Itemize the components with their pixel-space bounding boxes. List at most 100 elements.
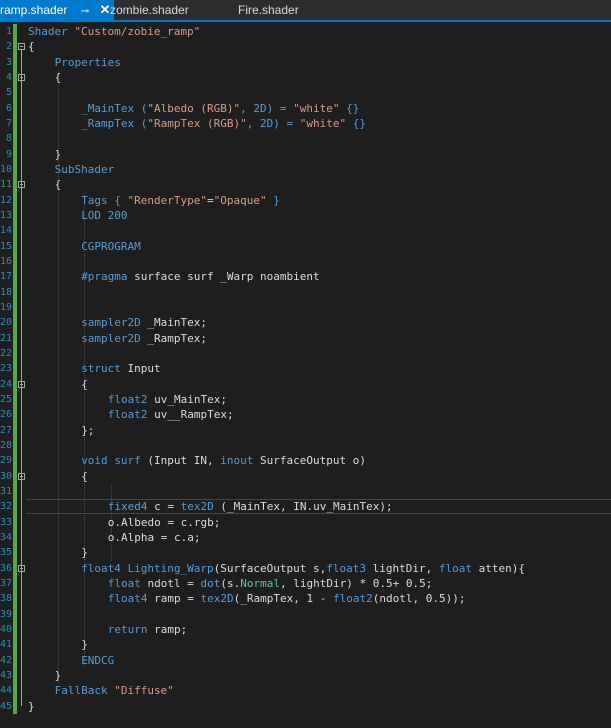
- code-line[interactable]: fixed4 c = tex2D (_MainTex, IN.uv_MainTe…: [108, 499, 393, 514]
- code-token: ndotl =: [140, 576, 201, 590]
- line-number-text: 28: [0, 439, 12, 451]
- line-number-text: 25: [0, 393, 12, 405]
- line-number: 15: [0, 239, 12, 254]
- close-icon[interactable]: ✕: [99, 0, 110, 20]
- code-line[interactable]: void surf (Input IN, inout SurfaceOutput…: [81, 453, 366, 468]
- line-number: 38: [0, 591, 12, 606]
- code-line[interactable]: LOD 200: [81, 208, 127, 223]
- code-token: uv_MainTex;: [147, 392, 228, 406]
- code-line[interactable]: float2 uv_MainTex;: [108, 392, 227, 407]
- code-line[interactable]: o.Albedo = c.rgb;: [108, 515, 221, 530]
- line-number: 35: [0, 545, 12, 560]
- code-token: "RenderType": [127, 193, 208, 207]
- code-token: sampler2D: [81, 331, 141, 345]
- code-line[interactable]: Properties: [55, 55, 121, 70]
- code-line[interactable]: sampler2D _RampTex;: [81, 331, 207, 346]
- line-number-text: 37: [0, 577, 12, 589]
- line-number: 9: [0, 147, 12, 162]
- fold-toggle-icon[interactable]: [18, 43, 25, 51]
- code-token: (ndotl, 0.5));: [372, 592, 466, 606]
- line-number: 42: [0, 653, 12, 668]
- fold-toggle-icon[interactable]: [18, 181, 25, 189]
- code-line[interactable]: o.Alpha = c.a;: [108, 530, 201, 545]
- line-number-text: 13: [0, 209, 12, 221]
- code-line[interactable]: Shader "Custom/zobie_ramp": [28, 24, 200, 39]
- code-token: Lighting_Warp: [127, 561, 214, 575]
- code-token: {: [28, 40, 35, 54]
- code-line[interactable]: }: [55, 668, 62, 683]
- code-token: (SurfaceOutput s,: [213, 561, 327, 575]
- line-number-text: 42: [0, 654, 12, 666]
- line-number-text: 34: [0, 531, 12, 543]
- line-number: 28: [0, 438, 12, 453]
- code-token: }: [54, 147, 62, 161]
- code-line[interactable]: }: [55, 147, 62, 162]
- code-token: FallBack: [54, 684, 115, 698]
- code-line[interactable]: {: [28, 39, 35, 54]
- code-line[interactable]: }: [81, 545, 88, 560]
- line-number-text: 21: [0, 332, 12, 344]
- code-line[interactable]: sampler2D _MainTex;: [81, 315, 207, 330]
- code-line[interactable]: CGPROGRAM: [81, 239, 141, 254]
- code-line[interactable]: #pragma surface surf _Warp noambient: [81, 269, 319, 284]
- line-number: 24: [0, 377, 12, 392]
- code-token: float3: [326, 561, 366, 575]
- line-number-text: 30: [0, 470, 12, 482]
- code-token: LOD 200: [81, 208, 128, 222]
- line-number: 36: [0, 561, 12, 576]
- fold-toggle-icon[interactable]: [18, 380, 25, 388]
- line-number: 16: [0, 254, 12, 269]
- code-line[interactable]: Tags { "RenderType"="Opaque" }: [81, 193, 280, 208]
- code-line[interactable]: SubShader: [55, 162, 115, 177]
- code-token: Tags {: [81, 193, 128, 207]
- code-line[interactable]: float4 Lighting_Warp(SurfaceOutput s,flo…: [81, 561, 525, 576]
- code-line[interactable]: _RampTex ("RampTex (RGB)", 2D) = "white"…: [81, 116, 366, 131]
- code-line[interactable]: };: [81, 423, 94, 438]
- code-token: surf: [114, 454, 141, 468]
- code-token: tex2D: [200, 592, 234, 606]
- code-editor[interactable]: 1 Shader "Custom/zobie_ramp" 2 {3 Properties…: [0, 22, 611, 728]
- code-line[interactable]: float4 ramp = tex2D(_RampTex, 1 - float2…: [108, 591, 466, 606]
- line-number-text: 27: [0, 424, 12, 436]
- tab-ramp-shader[interactable]: ramp.shader ⊸ ✕: [0, 0, 115, 22]
- fold-toggle-icon[interactable]: [18, 472, 25, 480]
- tab-fire-shader[interactable]: Fire.shader: [238, 0, 299, 20]
- line-number-text: 9: [5, 148, 12, 160]
- code-line[interactable]: ENDCG: [81, 653, 114, 668]
- code-token: SubShader: [54, 162, 115, 176]
- code-token: }: [81, 546, 88, 560]
- code-token: }: [54, 668, 62, 682]
- line-number: 27: [0, 423, 12, 438]
- fold-toggle-icon[interactable]: [18, 73, 25, 81]
- line-number: 30: [0, 469, 12, 484]
- code-token: float2: [333, 592, 373, 606]
- code-line[interactable]: struct Input: [81, 361, 161, 376]
- line-number-text: 39: [0, 608, 12, 620]
- code-line[interactable]: {: [55, 70, 62, 85]
- line-number: 43: [0, 668, 12, 683]
- code-line[interactable]: }: [28, 699, 35, 714]
- code-line[interactable]: float2 uv__RampTex;: [108, 407, 234, 422]
- pin-icon[interactable]: ⊸: [81, 2, 89, 22]
- line-number: 31: [0, 484, 12, 499]
- line-number: 8: [0, 131, 12, 146]
- line-number-text: 18: [0, 286, 12, 298]
- code-token: };: [81, 423, 95, 437]
- code-line[interactable]: }: [81, 637, 88, 652]
- fold-toggle-icon[interactable]: [18, 564, 25, 572]
- code-line[interactable]: {: [81, 377, 88, 392]
- code-line[interactable]: return ramp;: [108, 622, 188, 637]
- code-line[interactable]: {: [81, 469, 88, 484]
- code-line[interactable]: {: [55, 177, 62, 192]
- tab-zombie-shader[interactable]: zombie.shader: [110, 0, 189, 20]
- code-line[interactable]: FallBack "Diffuse": [55, 683, 174, 698]
- code-token: float4: [81, 561, 121, 575]
- line-number: 13: [0, 208, 12, 223]
- line-number-text: 45: [0, 700, 12, 712]
- code-line[interactable]: _MainTex ("Albedo (RGB)", 2D) = "white" …: [81, 101, 359, 116]
- code-token: uv__RampTex;: [147, 408, 234, 422]
- line-number-text: 17: [0, 271, 12, 283]
- line-number: 33: [0, 515, 12, 530]
- code-line[interactable]: float ndotl = dot(s.Normal, lightDir) * …: [108, 576, 433, 591]
- code-token: fixed4: [107, 500, 148, 514]
